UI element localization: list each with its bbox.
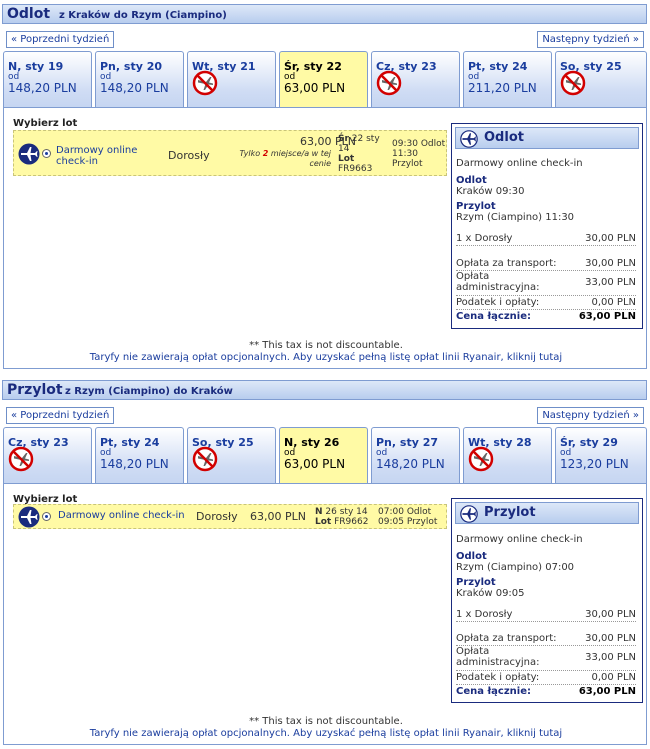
seats-left-note: Tylko 2 miejsce/a w tej cenie — [239, 149, 331, 168]
checkin-text: Darmowy online check-in — [58, 510, 185, 521]
outbound-title: Odlot — [7, 6, 51, 22]
summary-arr-label: Przylot — [456, 201, 496, 212]
arrival-label: Przylot — [392, 159, 423, 169]
day-price: 148,20 PLN — [376, 457, 445, 471]
inbound-day-tab-5[interactable]: Wt, sty 28 — [463, 427, 552, 484]
day-price: 148,20 PLN — [8, 81, 77, 95]
summary-arr-value: Kraków 09:05 — [456, 588, 525, 599]
summary-pax-row: 1 x Dorosły 30,00 PLN — [456, 233, 636, 246]
inbound-content: Wybierz lot Darmowy online check-in Doro… — [3, 483, 647, 745]
summary-total-row: Cena łącznie: 63,00 PLN — [456, 311, 636, 322]
summary-pax-row: 1 x Dorosły 30,00 PLN — [456, 609, 636, 622]
day-price: 148,20 PLN — [100, 457, 169, 471]
fees-link[interactable]: Taryfy nie zawierają opłat opcjonalnych.… — [4, 352, 648, 363]
summary-header: Przylot — [455, 502, 639, 524]
inbound-day-tab-1[interactable]: Pt, sty 24 od 148,20 PLN — [95, 427, 184, 484]
outbound-flight-row[interactable]: Darmowy online check-in Dorosły 63,00 PL… — [13, 130, 447, 176]
summary-checkin: Darmowy online check-in — [456, 158, 583, 169]
inbound-title: Przylot — [7, 382, 63, 398]
inbound-day-tab-3[interactable]: N, sty 26 od 63,00 PLN — [279, 427, 368, 484]
tax-note: ** This tax is not discountable. — [249, 340, 403, 351]
inbound-prev-week-button[interactable]: « Poprzedni tydzień — [6, 407, 115, 424]
summary-tax-row: Podatek i opłaty: 0,00 PLN — [456, 672, 636, 685]
no-flight-icon — [192, 70, 218, 96]
outbound-day-tab-5[interactable]: Pt, sty 24 od 211,20 PLN — [463, 51, 552, 108]
summary-title: Odlot — [484, 130, 524, 145]
inbound-day-tab-2[interactable]: So, sty 25 — [187, 427, 276, 484]
departure-time: 09:30 Odlot — [392, 139, 446, 149]
passenger-type: Dorosły — [196, 510, 238, 523]
outbound-route: z Kraków do Rzym (Ciampino) — [59, 10, 227, 21]
day-price: 211,20 PLN — [468, 81, 537, 95]
outbound-next-week-button[interactable]: Następny tydzień » — [537, 31, 644, 48]
day-price: 63,00 PLN — [284, 457, 346, 471]
flight-number: FR9663 — [338, 164, 373, 174]
plane-icon — [460, 130, 478, 148]
flight-date: Śr 22 sty 14 — [338, 134, 380, 154]
inbound-day-tab-4[interactable]: Pn, sty 27 od 148,20 PLN — [371, 427, 460, 484]
outbound-day-tabs: N, sty 19 od 148,20 PLN Pn, sty 20 od 14… — [3, 51, 647, 108]
tax-note: ** This tax is not discountable. — [249, 716, 403, 727]
summary-transport-row: Opłata za transport: 30,00 PLN — [456, 633, 636, 646]
summary-total-row: Cena łącznie: 63,00 PLN — [456, 686, 636, 697]
inbound-day-tab-6[interactable]: Śr, sty 29 od 123,20 PLN — [555, 427, 647, 484]
day-price: 63,00 PLN — [284, 81, 346, 95]
outbound-day-tab-2[interactable]: Wt, sty 21 — [187, 51, 276, 108]
inbound-flight-row[interactable]: Darmowy online check-in Dorosły 63,00 PL… — [13, 504, 447, 529]
inbound-next-week-button[interactable]: Następny tydzień » — [537, 407, 644, 424]
summary-tax-row: Podatek i opłaty: 0,00 PLN — [456, 297, 636, 310]
inbound-day-tabs: Cz, sty 23 Pt, sty 24 od 148,20 PLN So, … — [3, 427, 647, 484]
flight-select-radio[interactable] — [42, 149, 51, 158]
no-flight-icon — [192, 446, 218, 472]
departure-time: 07:00 Odlot — [378, 507, 432, 517]
no-flight-icon — [468, 446, 494, 472]
choose-flight-label: Wybierz lot — [13, 118, 78, 129]
plane-icon — [18, 506, 40, 528]
no-flight-icon — [560, 70, 586, 96]
outbound-day-tab-0[interactable]: N, sty 19 od 148,20 PLN — [3, 51, 92, 108]
summary-checkin: Darmowy online check-in — [456, 534, 583, 545]
outbound-day-tab-1[interactable]: Pn, sty 20 od 148,20 PLN — [95, 51, 184, 108]
summary-dep-value: Kraków 09:30 — [456, 186, 525, 197]
summary-admin-row: Opłata administracyjna: 33,00 PLN — [456, 646, 636, 671]
summary-dep-label: Odlot — [456, 551, 487, 562]
outbound-day-tab-4[interactable]: Cz, sty 23 — [371, 51, 460, 108]
outbound-summary: Odlot Darmowy online check-in Odlot Krak… — [451, 123, 643, 329]
no-flight-icon — [8, 446, 34, 472]
outbound-section: Odlot z Kraków do Rzym (Ciampino) « Popr… — [2, 4, 647, 370]
inbound-section: Przylot z Rzym (Ciampino) do Kraków « Po… — [2, 380, 647, 746]
summary-transport-row: Opłata za transport: 30,00 PLN — [456, 258, 636, 271]
arrival-time: 09:05 Przylot — [378, 517, 438, 527]
outbound-content: Wybierz lot Darmowy online check-in Doro… — [3, 107, 647, 369]
outbound-header: Odlot z Kraków do Rzym (Ciampino) — [2, 4, 647, 24]
summary-dep-label: Odlot — [456, 175, 487, 186]
inbound-day-tab-0[interactable]: Cz, sty 23 — [3, 427, 92, 484]
inbound-route: z Rzym (Ciampino) do Kraków — [65, 386, 233, 397]
fees-link[interactable]: Taryfy nie zawierają opłat opcjonalnych.… — [4, 728, 648, 739]
inbound-header: Przylot z Rzym (Ciampino) do Kraków — [2, 380, 647, 400]
flight-date: N 26 sty 14 — [315, 507, 368, 517]
outbound-prev-week-button[interactable]: « Poprzedni tydzień — [6, 31, 115, 48]
outbound-day-tab-6[interactable]: So, sty 25 — [555, 51, 647, 108]
flight-select-radio[interactable] — [42, 512, 51, 521]
plane-icon — [460, 505, 478, 523]
summary-header: Odlot — [455, 127, 639, 149]
day-price: 123,20 PLN — [560, 457, 629, 471]
passenger-type: Dorosły — [168, 149, 210, 162]
plane-icon — [18, 143, 40, 165]
flight-price: 63,00 PLN — [250, 510, 306, 523]
summary-dep-value: Rzym (Ciampino) 07:00 — [456, 562, 575, 573]
summary-title: Przylot — [484, 505, 536, 520]
summary-arr-value: Rzym (Ciampino) 11:30 — [456, 212, 575, 223]
day-price: 148,20 PLN — [100, 81, 169, 95]
no-flight-icon — [376, 70, 402, 96]
summary-arr-label: Przylot — [456, 577, 496, 588]
flight-number: Lot FR9662 — [315, 517, 369, 527]
outbound-day-tab-3[interactable]: Śr, sty 22 od 63,00 PLN — [279, 51, 368, 108]
inbound-summary: Przylot Darmowy online check-in Odlot Rz… — [451, 498, 643, 703]
flight-label: Lot — [338, 154, 355, 164]
summary-admin-row: Opłata administracyjna: 33,00 PLN — [456, 271, 636, 296]
checkin-text: Darmowy online check-in — [56, 145, 138, 167]
arrival-time: 11:30 — [392, 149, 418, 159]
